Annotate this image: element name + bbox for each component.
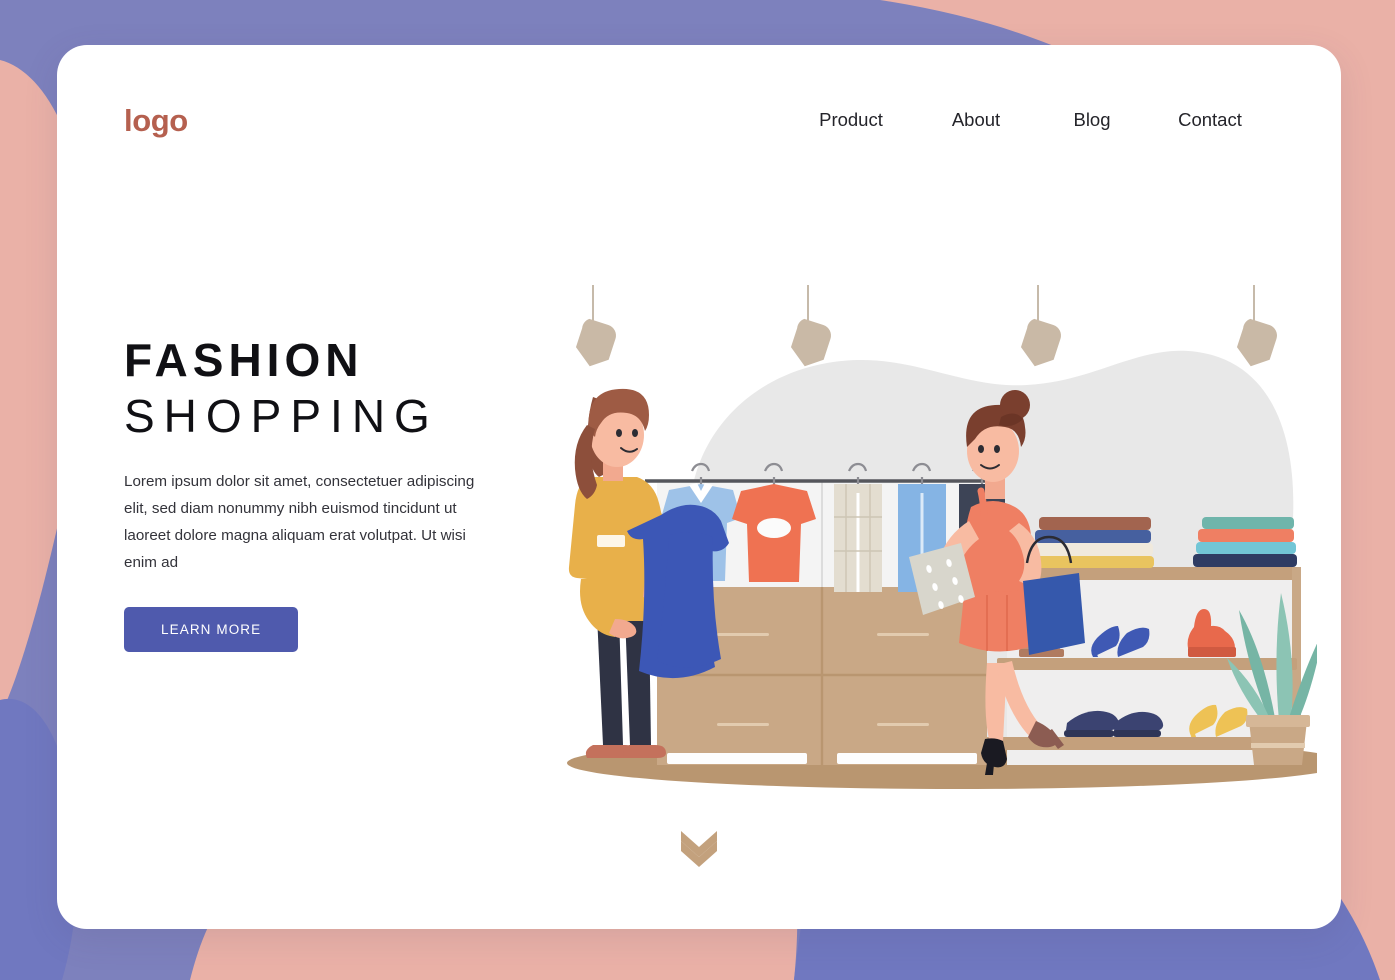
hero-illustration xyxy=(557,285,1317,805)
folded-clothes-stack-right xyxy=(1193,517,1297,567)
learn-more-button[interactable]: LEARN MORE xyxy=(124,606,299,652)
scroll-down-chevrons[interactable] xyxy=(671,823,727,869)
folded-clothes-stack-left xyxy=(1028,517,1154,568)
hanging-tag-4 xyxy=(1236,285,1277,367)
nav-item-product[interactable]: Product xyxy=(787,103,915,137)
nav-item-about[interactable]: About xyxy=(915,103,1037,137)
site-header: logo Product About Blog Contact xyxy=(57,45,1341,195)
nav-item-contact[interactable]: Contact xyxy=(1147,103,1273,137)
logo[interactable]: logo xyxy=(124,105,188,136)
hanging-tag-1 xyxy=(575,285,616,367)
hero-title-line-2: SHOPPING xyxy=(124,389,439,442)
hanging-tag-2 xyxy=(790,285,831,367)
hero-paragraph: Lorem ipsum dolor sit amet, consectetuer… xyxy=(124,472,475,571)
hero-title-line-1: FASHION xyxy=(124,334,364,386)
main-navigation: Product About Blog Contact xyxy=(787,103,1273,137)
nav-item-blog[interactable]: Blog xyxy=(1037,103,1147,137)
hanging-tag-3 xyxy=(1020,285,1061,367)
landing-page-card: logo Product About Blog Contact FASHION … xyxy=(57,45,1341,929)
hero-text-block: FASHION SHOPPING Lorem ipsum dolor sit a… xyxy=(124,334,554,652)
